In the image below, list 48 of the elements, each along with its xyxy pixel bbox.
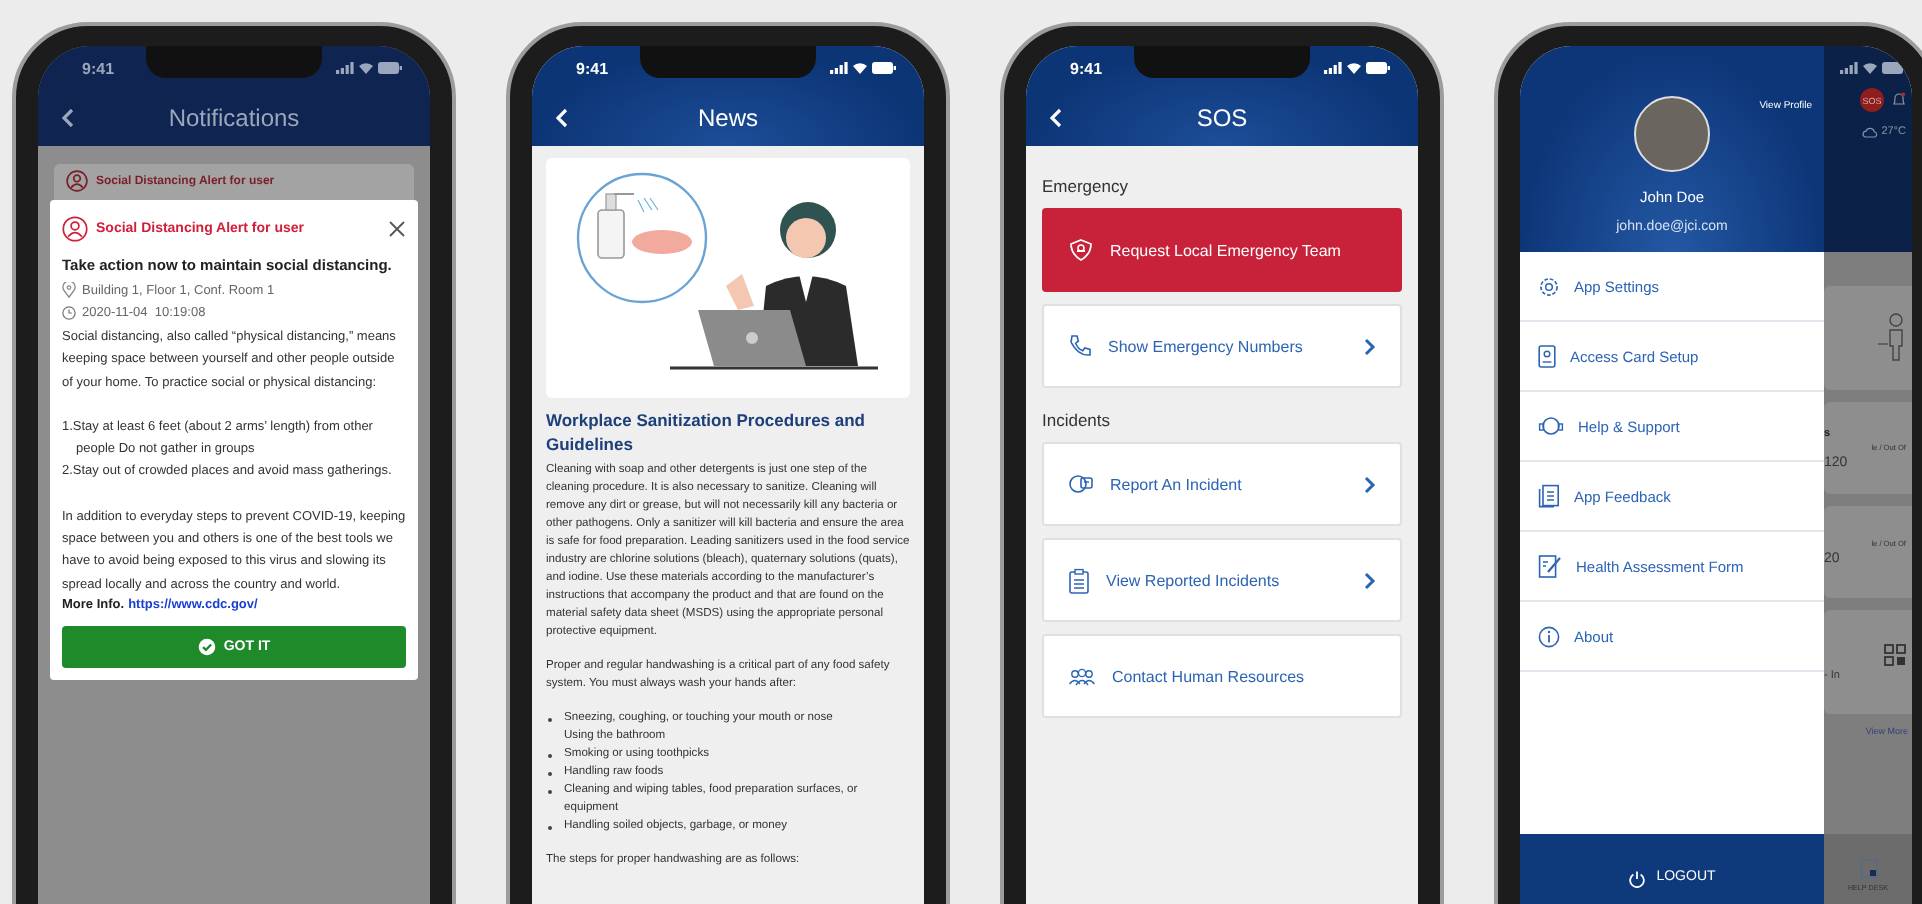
status-time: 9:41 [1070, 59, 1103, 77]
support-icon [1538, 415, 1564, 437]
battery-icon [1366, 62, 1390, 74]
check-circle-icon [197, 637, 216, 656]
wifi-icon [1346, 62, 1362, 74]
menu-item[interactable]: View Reported Incidents [1042, 538, 1402, 622]
avatar-placeholder [1634, 96, 1710, 172]
info-icon [1538, 625, 1560, 647]
bell-icon[interactable] [1892, 92, 1906, 108]
article-title: Workplace Sanitization Procedures and Guidelines [546, 410, 867, 456]
wifi-icon [358, 62, 374, 74]
menu-item[interactable]: Report An Incident [1042, 442, 1402, 526]
signal-icon [1324, 62, 1342, 74]
user-icon [66, 170, 88, 192]
menu-item[interactable]: Request Local Emergency Team [1042, 208, 1402, 292]
power-icon [1628, 870, 1647, 888]
people-icon [1068, 667, 1096, 685]
signal-icon [1840, 62, 1858, 74]
back-icon[interactable] [62, 108, 74, 128]
form-icon [1538, 554, 1562, 578]
location-pin-icon [62, 282, 76, 298]
menu-item[interactable]: Show Emergency Numbers [1042, 304, 1402, 388]
battery-icon [872, 62, 896, 74]
wifi-icon [852, 62, 868, 74]
wifi-icon [1862, 62, 1878, 74]
screen-title: SOS [1196, 104, 1248, 132]
user-icon [62, 216, 88, 242]
status-time: 9:41 [576, 59, 609, 77]
document-icon [1538, 484, 1560, 508]
screen-title: News [697, 104, 758, 132]
clock-icon [62, 306, 76, 320]
section-heading: Emergency [1042, 176, 1130, 196]
battery-icon [378, 62, 402, 74]
menu-item[interactable]: Contact Human Resources [1042, 634, 1402, 718]
signal-icon [336, 62, 354, 74]
battery-icon [1882, 62, 1906, 74]
close-icon[interactable] [388, 220, 406, 238]
id-card-icon [1538, 344, 1556, 368]
screen-title: Notifications [168, 104, 300, 132]
person-icon [1878, 312, 1906, 364]
phone-icon [1068, 334, 1092, 358]
status-time: 9:41 [82, 59, 115, 77]
alarm-icon [1068, 238, 1094, 262]
qr-code-icon [1884, 643, 1906, 665]
cloud-icon [1861, 126, 1878, 138]
signal-icon [830, 62, 848, 74]
section-heading: Incidents [1042, 410, 1113, 430]
settings-icon [1538, 275, 1560, 297]
